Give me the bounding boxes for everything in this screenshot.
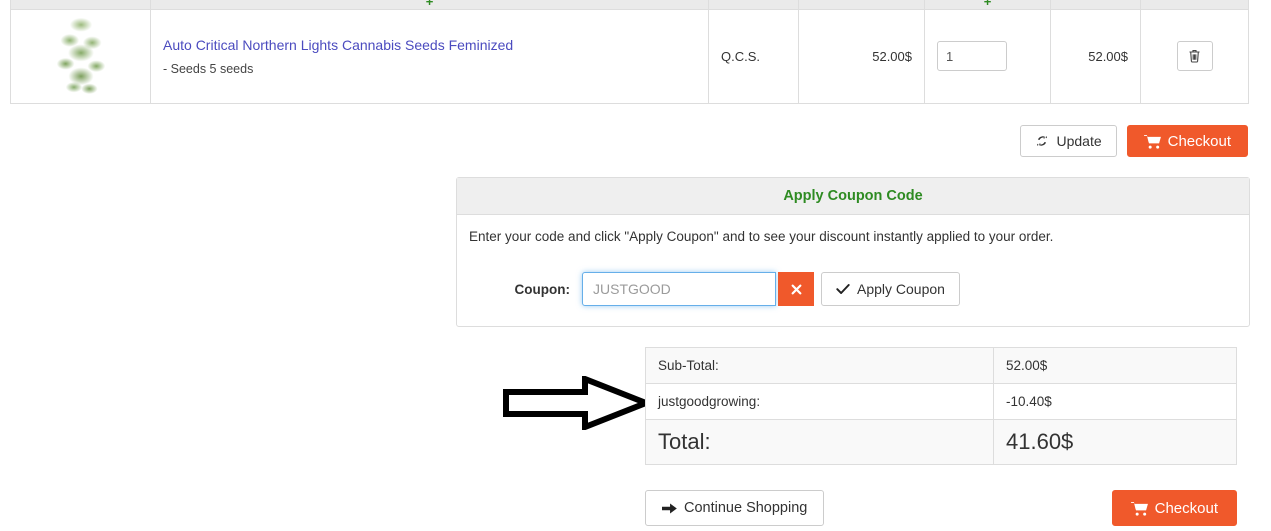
table-row: Auto Critical Northern Lights Cannabis S… — [10, 8, 1249, 104]
column-header-total — [1050, 0, 1141, 10]
bottom-action-buttons: Continue Shopping Checkout — [645, 490, 1237, 526]
product-unit-price-cell: 52.00$ — [798, 8, 925, 104]
product-quantity-cell — [924, 8, 1051, 104]
subtotal-value: 52.00$ — [993, 347, 1237, 384]
coupon-field-label: Coupon: — [514, 281, 570, 297]
column-header-product-name: + — [150, 0, 709, 10]
product-action-cell — [1140, 8, 1249, 104]
apply-coupon-button[interactable]: Apply Coupon — [821, 272, 960, 306]
checkout-button-top[interactable]: Checkout — [1126, 125, 1248, 157]
column-header-product-name-clipped: + — [425, 0, 434, 8]
quantity-input[interactable] — [937, 41, 1007, 71]
cart-icon — [1143, 134, 1161, 149]
cart-table-header: + + — [10, 0, 1249, 10]
continue-shopping-button[interactable]: Continue Shopping — [645, 490, 825, 526]
cart-table-header-row: + + — [10, 0, 1249, 10]
column-header-quantity: + — [924, 0, 1051, 10]
apply-coupon-button-label: Apply Coupon — [857, 281, 945, 297]
refresh-icon — [1035, 134, 1049, 148]
coupon-input-row: Coupon: Apply Coupon — [467, 272, 1239, 306]
remove-item-button[interactable] — [1176, 41, 1213, 71]
cart-table-body: Auto Critical Northern Lights Cannabis S… — [10, 8, 1249, 104]
totals-row-grand-total: Total: 41.60$ — [645, 419, 1237, 465]
column-header-unit-price — [798, 0, 925, 10]
cart-action-buttons: Update Checkout — [1020, 125, 1248, 157]
product-name-link[interactable]: Auto Critical Northern Lights Cannabis S… — [163, 36, 696, 54]
apply-coupon-title: Apply Coupon Code — [457, 178, 1249, 215]
close-x-icon — [791, 284, 802, 295]
apply-coupon-panel: Apply Coupon Code Enter your code and cl… — [456, 177, 1250, 327]
cart-table: + + Auto Critical Northern Lights Cannab… — [10, 0, 1249, 104]
clear-coupon-button[interactable] — [778, 272, 814, 306]
discount-value: -10.40$ — [993, 383, 1237, 420]
update-button-label: Update — [1056, 133, 1102, 149]
product-name-cell: Auto Critical Northern Lights Cannabis S… — [150, 8, 709, 104]
order-totals-body: Sub-Total: 52.00$ justgoodgrowing: -10.4… — [645, 347, 1237, 465]
order-totals-table: Sub-Total: 52.00$ justgoodgrowing: -10.4… — [645, 347, 1237, 465]
product-line-total-cell: 52.00$ — [1050, 8, 1141, 104]
continue-shopping-label: Continue Shopping — [684, 500, 808, 516]
update-button[interactable]: Update — [1020, 125, 1117, 157]
totals-row-discount: justgoodgrowing: -10.40$ — [645, 383, 1237, 420]
column-header-model — [708, 0, 799, 10]
product-option-text: - Seeds 5 seeds — [163, 61, 254, 76]
product-model-cell: Q.C.S. — [708, 8, 799, 104]
grand-total-label: Total: — [645, 419, 994, 465]
check-icon — [836, 283, 850, 295]
subtotal-label: Sub-Total: — [645, 347, 994, 384]
block-arrow-right-annotation — [503, 374, 655, 432]
column-header-quantity-clipped: + — [983, 0, 992, 8]
trash-icon — [1188, 49, 1201, 63]
totals-row-subtotal: Sub-Total: 52.00$ — [645, 347, 1237, 384]
product-thumbnail-image[interactable] — [45, 17, 116, 95]
checkout-button-bottom-label: Checkout — [1154, 499, 1218, 517]
discount-label: justgoodgrowing: — [645, 383, 994, 420]
product-image-cell — [10, 8, 151, 104]
cart-icon — [1130, 501, 1148, 516]
shopping-cart-page: + + Auto Critical Northern Lights Cannab… — [0, 0, 1271, 531]
checkout-button-bottom[interactable]: Checkout — [1111, 490, 1237, 526]
checkout-button-top-label: Checkout — [1167, 132, 1231, 150]
column-header-image — [10, 0, 151, 10]
column-header-action — [1140, 0, 1249, 10]
apply-coupon-body: Enter your code and click "Apply Coupon"… — [457, 215, 1249, 326]
arrow-right-icon — [662, 502, 677, 515]
coupon-input[interactable] — [582, 272, 776, 306]
apply-coupon-description: Enter your code and click "Apply Coupon"… — [469, 229, 1054, 244]
grand-total-value: 41.60$ — [993, 419, 1237, 465]
